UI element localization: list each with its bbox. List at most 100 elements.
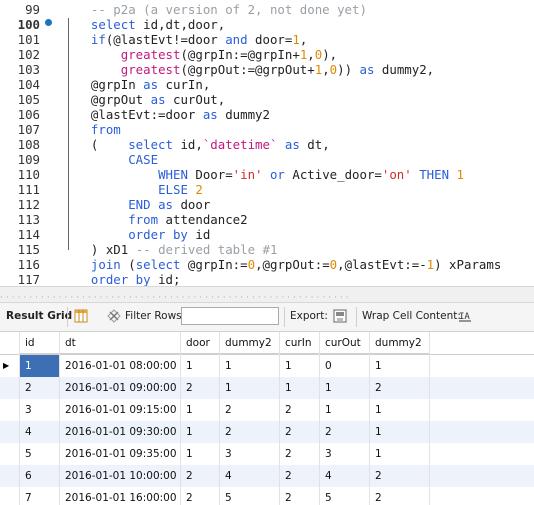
table-cell[interactable]: 2 <box>280 443 320 465</box>
table-cell[interactable]: 2 <box>280 421 320 443</box>
table-cell[interactable]: 1 <box>370 443 430 465</box>
table-cell[interactable]: 7 <box>20 487 60 505</box>
filter-rows-label: Filter Rows: <box>125 310 186 322</box>
column-header-dummy2[interactable]: dummy2 <box>220 332 280 354</box>
table-cell[interactable]: 0 <box>320 355 370 377</box>
table-cell[interactable]: 1 <box>181 399 220 421</box>
column-divider <box>19 332 20 505</box>
table-cell[interactable]: 1 <box>20 355 60 377</box>
table-cell[interactable]: 2 <box>181 487 220 505</box>
table-cell[interactable]: 2 <box>280 487 320 505</box>
code-text: order by id; <box>76 271 181 286</box>
table-cell[interactable]: 2 <box>181 465 220 487</box>
table-cell[interactable]: 2016-01-01 09:35:00 <box>60 443 181 465</box>
code-token: @lastEvt:=door <box>76 107 203 122</box>
table-cell[interactable]: 2 <box>220 399 280 421</box>
table-cell[interactable]: 5 <box>320 487 370 505</box>
code-token: id,dt,door, <box>135 17 226 32</box>
wrap-cell-icon[interactable]: IA <box>458 309 472 323</box>
result-grid[interactable]: id dt door dummy2 curIn curOut dummy2 ▶ 1 2016-0… <box>0 332 534 505</box>
table-cell[interactable]: 2 <box>320 421 370 443</box>
table-row[interactable]: ▶ 1 2016-01-01 08:00:00 1 1 1 0 1 <box>0 355 534 377</box>
table-cell[interactable]: 5 <box>20 443 60 465</box>
code-token: from <box>90 122 121 137</box>
table-cell[interactable]: 1 <box>370 421 430 443</box>
table-row[interactable]: 7 2016-01-01 16:00:00 2 5 2 5 2 <box>0 487 534 505</box>
table-cell[interactable]: 2 <box>370 377 430 399</box>
table-cell[interactable]: 1 <box>370 399 430 421</box>
code-token: join <box>90 257 121 272</box>
column-header-dummy2[interactable]: dummy2 <box>370 332 430 354</box>
table-cell[interactable]: 2 <box>370 465 430 487</box>
table-cell[interactable]: 1 <box>320 399 370 421</box>
column-header-curin[interactable]: curIn <box>280 332 320 354</box>
panel-splitter[interactable]: ········································… <box>0 286 534 303</box>
column-header-id[interactable]: id <box>20 332 60 354</box>
code-token: @grpIn:= <box>180 257 248 272</box>
table-cell[interactable]: 2016-01-01 16:00:00 <box>60 487 181 505</box>
table-cell[interactable]: 1 <box>280 377 320 399</box>
table-cell[interactable]: 2016-01-01 10:00:00 <box>60 465 181 487</box>
column-header-curout[interactable]: curOut <box>320 332 370 354</box>
table-cell[interactable]: 2 <box>220 421 280 443</box>
sql-editor[interactable]: 99 -- p2a (a version of 2, not done yet)… <box>0 0 534 286</box>
table-row[interactable]: 6 2016-01-01 10:00:00 2 4 2 4 2 <box>0 465 534 487</box>
code-token: order by <box>128 227 188 242</box>
code-token: as <box>150 197 173 212</box>
table-cell[interactable]: 1 <box>220 355 280 377</box>
table-cell[interactable]: 1 <box>181 355 220 377</box>
table-cell[interactable]: 1 <box>181 421 220 443</box>
table-cell[interactable]: 1 <box>181 443 220 465</box>
table-row[interactable]: 4 2016-01-01 09:30:00 1 2 2 2 1 <box>0 421 534 443</box>
code-token: id; <box>150 272 181 286</box>
code-token: curIn, <box>158 77 211 92</box>
code-token: id <box>187 227 211 242</box>
table-cell[interactable]: 2 <box>280 465 320 487</box>
table-cell[interactable]: 1 <box>280 355 320 377</box>
table-cell[interactable]: 4 <box>220 465 280 487</box>
code-token: (@grpOut:=@grpOut+ <box>180 62 315 77</box>
table-row[interactable]: 2 2016-01-01 09:00:00 2 1 1 1 2 <box>0 377 534 399</box>
code-token: select <box>135 257 181 272</box>
column-header-dt[interactable]: dt <box>60 332 181 354</box>
table-cell[interactable]: 4 <box>20 421 60 443</box>
code-token: END <box>128 197 151 212</box>
result-grid-tab[interactable]: Result Grid <box>6 310 72 322</box>
column-divider <box>219 332 220 505</box>
grid-view-icon[interactable] <box>74 309 88 323</box>
column-header-door[interactable]: door <box>181 332 220 354</box>
table-cell[interactable]: 3 <box>320 443 370 465</box>
code-token: @grpIn <box>76 77 144 92</box>
table-row[interactable]: 5 2016-01-01 09:35:00 1 3 2 3 1 <box>0 443 534 465</box>
table-cell[interactable]: 2 <box>370 487 430 505</box>
table-cell[interactable]: 2016-01-01 09:15:00 <box>60 399 181 421</box>
code-token: ELSE <box>158 182 188 197</box>
toolbar-divider <box>284 307 285 327</box>
table-cell[interactable]: 6 <box>20 465 60 487</box>
table-cell[interactable]: 2 <box>280 399 320 421</box>
table-row[interactable]: 3 2016-01-01 09:15:00 1 2 2 1 1 <box>0 399 534 421</box>
filter-rows-input[interactable] <box>181 307 279 325</box>
code-token: id, <box>172 137 203 152</box>
code-token: dt, <box>299 137 330 152</box>
filter-icon[interactable] <box>107 309 121 323</box>
table-cell[interactable]: 1 <box>320 377 370 399</box>
export-icon[interactable] <box>333 309 347 323</box>
table-cell[interactable]: 2 <box>181 377 220 399</box>
table-cell[interactable]: 1 <box>370 355 430 377</box>
table-cell[interactable]: 2016-01-01 08:00:00 <box>60 355 181 377</box>
table-cell[interactable]: 3 <box>220 443 280 465</box>
code-line[interactable]: 117 order by id; <box>0 271 534 286</box>
table-cell[interactable]: 4 <box>320 465 370 487</box>
code-token: Active_door= <box>284 167 382 182</box>
table-cell[interactable]: 2016-01-01 09:00:00 <box>60 377 181 399</box>
table-cell[interactable]: 3 <box>20 399 60 421</box>
table-cell[interactable]: 5 <box>220 487 280 505</box>
table-cell[interactable]: 1 <box>220 377 280 399</box>
table-cell[interactable]: 2 <box>20 377 60 399</box>
table-cell[interactable]: 2016-01-01 09:30:00 <box>60 421 181 443</box>
